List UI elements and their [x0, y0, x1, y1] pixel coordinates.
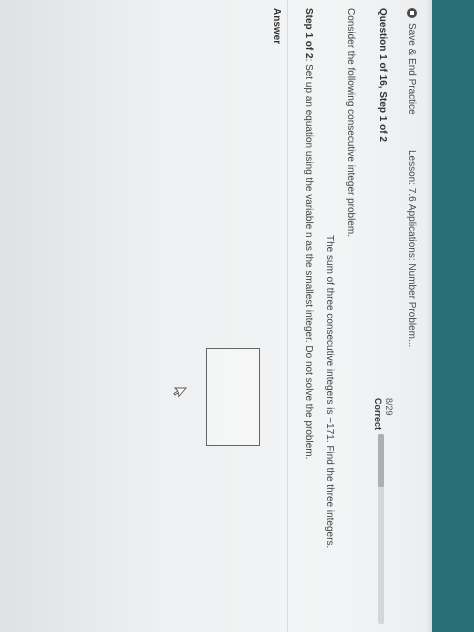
save-end-practice-button[interactable]: Save & End Practice [407, 8, 418, 115]
screen: Save & End Practice Lesson: 7.6 Applicat… [0, 0, 474, 632]
progress-count: 8/29 [384, 398, 394, 416]
stop-circle-icon [407, 8, 417, 18]
step-instructions: Step 1 of 2: Set up an equation using th… [303, 8, 314, 459]
top-bar-shadow [426, 0, 432, 632]
progress-status: Correct [373, 398, 383, 431]
progress-bar-fill [378, 434, 384, 488]
section-divider [287, 0, 288, 632]
practice-page: Save & End Practice Lesson: 7.6 Applicat… [0, 0, 474, 632]
save-end-label: Save & End Practice [406, 23, 418, 115]
lesson-title[interactable]: Lesson: 7.6 Applications: Number Problem… [407, 150, 418, 347]
step-text: : Set up an equation using the variable … [303, 58, 314, 460]
question-header: Question 1 of 16, Step 1 of 2 [377, 8, 388, 142]
question-intro: Consider the following consecutive integ… [345, 8, 356, 238]
breadcrumb: Save & End Practice Lesson: 7.6 Applicat… [398, 0, 426, 632]
answer-input[interactable] [206, 348, 260, 446]
answer-label: Answer [271, 8, 282, 45]
top-bar [432, 0, 474, 632]
progress-bar [378, 434, 384, 624]
step-label: Step 1 of 2 [303, 8, 314, 59]
mouse-pointer-icon [173, 387, 187, 398]
problem-statement: The sum of three consecutive integers is… [324, 235, 335, 549]
